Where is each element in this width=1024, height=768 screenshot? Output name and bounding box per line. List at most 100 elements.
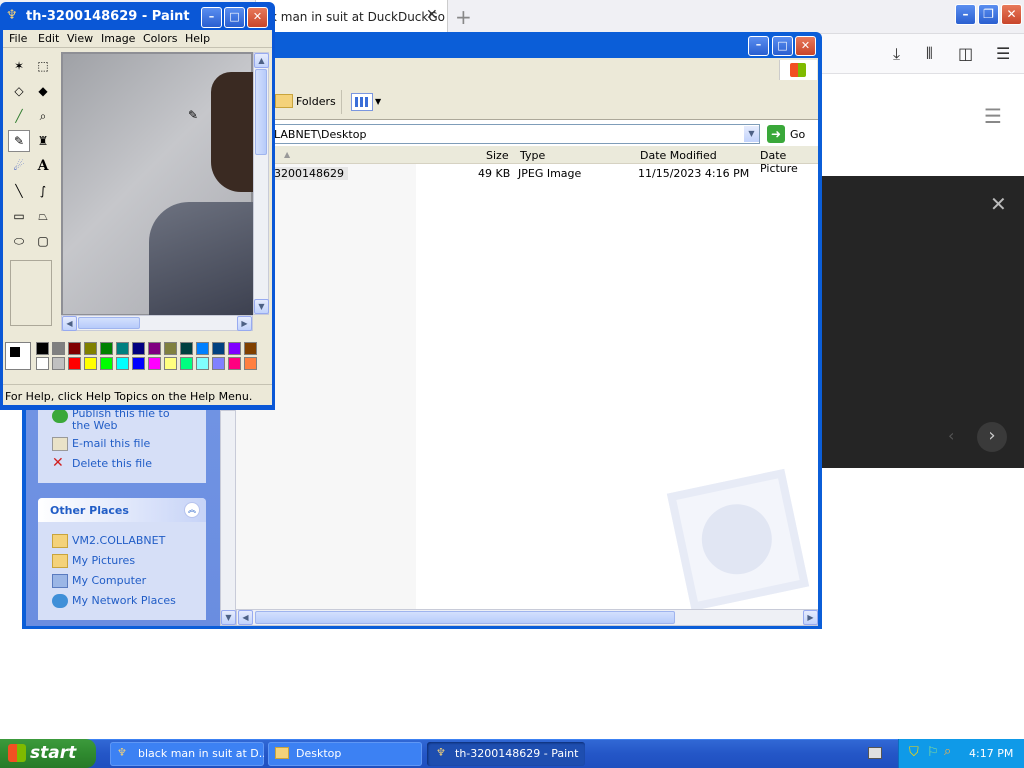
file-row[interactable]: 3200148629 49 KB JPEG Image 11/15/2023 4…: [270, 166, 810, 182]
free-select-icon[interactable]: ✶: [8, 55, 30, 77]
paint-minimize[interactable]: –: [201, 7, 222, 28]
canvas-scroll-left-icon[interactable]: ◀: [62, 316, 77, 331]
task-pane-scrollbar[interactable]: ▼: [220, 410, 236, 626]
close-viewer-icon[interactable]: ✕: [990, 192, 1007, 216]
scroll-left-icon[interactable]: ◀: [238, 610, 253, 625]
palette-swatch[interactable]: [100, 342, 113, 355]
palette-swatch[interactable]: [132, 357, 145, 370]
task-delete[interactable]: Delete this file: [38, 457, 152, 470]
palette-swatch[interactable]: [228, 342, 241, 355]
col-size[interactable]: Size: [486, 149, 509, 162]
explorer-close[interactable]: ✕: [795, 36, 816, 56]
new-tab-button[interactable]: +: [455, 5, 472, 29]
picker-icon[interactable]: ╱: [8, 105, 30, 127]
horizontal-scrollbar[interactable]: ◀ ▶: [236, 609, 818, 626]
palette-swatch[interactable]: [180, 342, 193, 355]
palette-swatch[interactable]: [84, 342, 97, 355]
task-scroll-down-icon[interactable]: ▼: [221, 610, 236, 625]
address-bar[interactable]: LABNET\Desktop ▼: [270, 124, 760, 144]
paint-close[interactable]: ✕: [247, 7, 268, 28]
palette-swatch[interactable]: [100, 357, 113, 370]
folders-button[interactable]: Folders: [296, 95, 336, 108]
menu-view[interactable]: View: [67, 32, 93, 45]
prev-image-icon[interactable]: ‹: [948, 426, 954, 445]
palette-swatch[interactable]: [196, 342, 209, 355]
menu-icon[interactable]: ☰: [996, 44, 1010, 63]
folders-icon[interactable]: [275, 94, 293, 108]
keyboard-icon[interactable]: [868, 747, 882, 759]
col-date-modified[interactable]: Date Modified: [640, 149, 717, 162]
place-my-computer[interactable]: My Computer: [38, 574, 146, 587]
go-button[interactable]: Go: [790, 128, 805, 141]
col-type[interactable]: Type: [520, 149, 545, 162]
text-tool-icon[interactable]: A: [32, 155, 54, 177]
hamburger-icon[interactable]: ☰: [984, 104, 1002, 128]
canvas-vthumb[interactable]: [255, 69, 267, 155]
curve-icon[interactable]: ∫: [32, 180, 54, 202]
pencil-icon[interactable]: ✎: [8, 130, 30, 152]
palette-swatch[interactable]: [52, 357, 65, 370]
magnifier-icon[interactable]: ⌕: [32, 105, 54, 127]
palette-swatch[interactable]: [212, 342, 225, 355]
rounded-rect-icon[interactable]: ▢: [32, 230, 54, 252]
views-dropdown-icon[interactable]: ▼: [375, 97, 381, 106]
palette-swatch[interactable]: [244, 357, 257, 370]
menu-file[interactable]: File: [9, 32, 27, 45]
palette-swatch[interactable]: [68, 342, 81, 355]
download-icon[interactable]: ⤓: [893, 44, 900, 64]
canvas-hthumb[interactable]: [78, 317, 140, 329]
palette-swatch[interactable]: [52, 342, 65, 355]
search-tray-icon[interactable]: ⌕: [944, 744, 951, 759]
palette-swatch[interactable]: [148, 342, 161, 355]
menu-help[interactable]: Help: [185, 32, 210, 45]
library-icon[interactable]: ⫴: [926, 44, 933, 64]
eraser-icon[interactable]: ◇: [8, 80, 30, 102]
taskbar-firefox[interactable]: ♆ black man in suit at D...: [110, 742, 264, 766]
palette-swatch[interactable]: [180, 357, 193, 370]
close-tab-icon[interactable]: ✕: [426, 7, 438, 23]
fill-icon[interactable]: ◆: [32, 80, 54, 102]
other-places-title[interactable]: Other Places: [38, 498, 206, 522]
taskbar-paint[interactable]: ♆ th-3200148629 - Paint: [427, 742, 585, 766]
place-collabnet[interactable]: VM2.COLLABNET: [38, 534, 165, 547]
menu-edit[interactable]: Edit: [38, 32, 59, 45]
go-arrow-icon[interactable]: ➜: [767, 125, 785, 143]
menu-image[interactable]: Image: [101, 32, 135, 45]
views-icon[interactable]: [351, 93, 373, 111]
canvas-scroll-right-icon[interactable]: ▶: [237, 316, 252, 331]
scroll-right-icon[interactable]: ▶: [803, 610, 818, 625]
address-dropdown-icon[interactable]: ▼: [744, 126, 759, 142]
palette-swatch[interactable]: [116, 342, 129, 355]
airbrush-icon[interactable]: ☄: [8, 155, 30, 177]
canvas-hscroll[interactable]: ◀ ▶: [61, 315, 253, 331]
taskbar-desktop[interactable]: Desktop: [268, 742, 422, 766]
close-button[interactable]: ✕: [1001, 4, 1022, 25]
canvas-vscroll[interactable]: ▲ ▼: [253, 52, 269, 315]
shield-icon[interactable]: ⛉: [909, 745, 919, 760]
palette-swatch[interactable]: [244, 342, 257, 355]
collapse-chevron-icon[interactable]: ︽: [184, 502, 200, 518]
palette-swatch[interactable]: [196, 357, 209, 370]
palette-swatch[interactable]: [132, 342, 145, 355]
palette-swatch[interactable]: [164, 357, 177, 370]
place-network[interactable]: My Network Places: [38, 594, 176, 607]
menu-colors[interactable]: Colors: [143, 32, 177, 45]
network-icon[interactable]: ⚐: [927, 745, 939, 760]
canvas-scroll-up-icon[interactable]: ▲: [254, 53, 269, 68]
restore-button[interactable]: ❐: [978, 4, 999, 25]
task-email[interactable]: E-mail this file: [38, 437, 150, 450]
rect-select-icon[interactable]: ⬚: [32, 55, 54, 77]
palette-swatch[interactable]: [228, 357, 241, 370]
palette-swatch[interactable]: [36, 342, 49, 355]
minimize-button[interactable]: –: [955, 4, 976, 25]
palette-swatch[interactable]: [116, 357, 129, 370]
browser-tab[interactable]: k man in suit at DuckDuckGo ✕: [255, 0, 448, 34]
canvas-scroll-down-icon[interactable]: ▼: [254, 299, 269, 314]
palette-swatch[interactable]: [68, 357, 81, 370]
paint-canvas[interactable]: ✎: [61, 52, 253, 315]
paint-maximize[interactable]: □: [224, 7, 245, 28]
explorer-minimize[interactable]: –: [748, 36, 769, 56]
next-image-icon[interactable]: ›: [977, 422, 1007, 452]
line-icon[interactable]: ╲: [8, 180, 30, 202]
palette-swatch[interactable]: [84, 357, 97, 370]
